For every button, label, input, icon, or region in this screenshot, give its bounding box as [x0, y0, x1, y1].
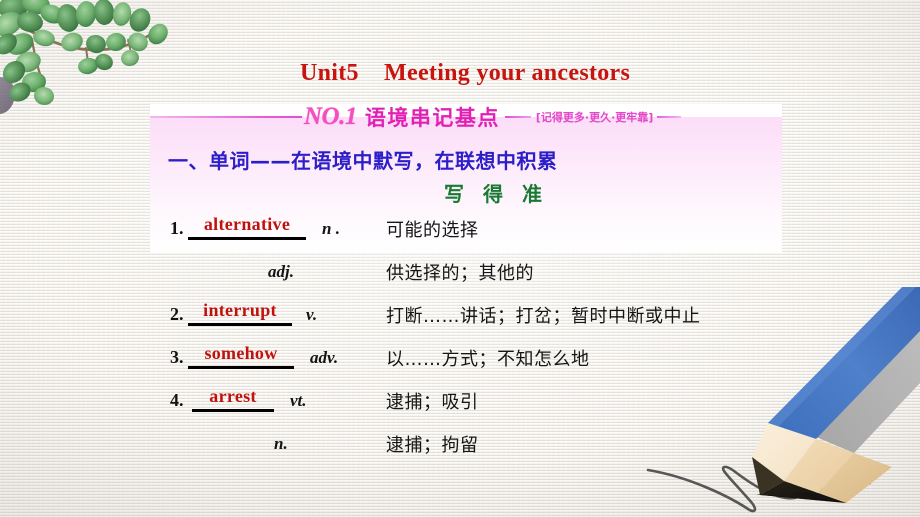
vocab-part-of-speech: adv.: [310, 348, 339, 367]
vocab-part-of-speech: n .: [322, 219, 340, 238]
page-title: Unit5 Meeting your ancestors: [300, 60, 631, 86]
header-rule-left: [150, 116, 302, 118]
vocab-number: 4.: [170, 390, 184, 410]
vocab-meaning: 以……方式；不知怎么地: [386, 349, 590, 370]
vocab-word: interrupt: [203, 300, 277, 320]
vocabulary-row: 2. interrupt v. 打断……讲话；打岔；暂时中断或中止: [170, 300, 870, 343]
vocab-blank-underline: alternative: [188, 214, 306, 240]
vocab-word: arrest: [209, 386, 257, 406]
header-rule-middle: [504, 116, 531, 118]
section-header-band: NO.1 语境串记基点 [记得更多·更久·更牢靠]: [150, 101, 782, 133]
section-heading: 一、单词——在语境中默写，在联想中积累: [168, 149, 558, 173]
section-tagline: [记得更多·更久·更牢靠]: [535, 111, 654, 124]
vocab-blank-underline: arrest: [192, 386, 274, 412]
vocab-meaning: 供选择的；其他的: [386, 263, 534, 284]
vocab-meaning: 逮捕；拘留: [386, 435, 479, 456]
vocabulary-row: adj. 供选择的；其他的: [170, 257, 870, 300]
vocabulary-row: 4. arrest vt. 逮捕；吸引: [170, 386, 870, 429]
section-band-title: 语境串记基点: [364, 106, 500, 130]
header-rule-right: [657, 116, 682, 118]
vocabulary-row: 1. alternative n . 可能的选择: [170, 214, 870, 257]
vocab-word: alternative: [203, 214, 291, 234]
vocabulary-row: 3. somehow adv. 以……方式；不知怎么地: [170, 343, 870, 386]
vocab-part-of-speech: adj.: [268, 262, 294, 281]
vocab-meaning: 可能的选择: [386, 220, 479, 241]
section-subheading: 写 得 准: [444, 182, 548, 206]
vocab-meaning: 逮捕；吸引: [386, 392, 479, 413]
vocab-part-of-speech: n.: [274, 434, 288, 453]
slide-canvas: Unit5 Meeting your ancestors NO.1 语境串记基点…: [0, 0, 920, 517]
vocabulary-list: 1. alternative n . 可能的选择 adj. 供选择的；其他的 2…: [170, 214, 870, 472]
section-number-label: NO.1: [304, 103, 357, 130]
vocab-meaning: 打断……讲话；打岔；暂时中断或中止: [386, 306, 701, 327]
vocab-blank-underline: interrupt: [188, 300, 292, 326]
vocab-number: 3.: [170, 347, 184, 367]
vocab-part-of-speech: v.: [306, 305, 318, 324]
vocab-part-of-speech: vt.: [290, 391, 307, 410]
vocab-number: 2.: [170, 304, 184, 324]
vocabulary-row: n. 逮捕；拘留: [170, 429, 870, 472]
vocab-blank-underline: somehow: [188, 343, 294, 369]
vocab-word: somehow: [204, 343, 278, 363]
vocab-number: 1.: [170, 218, 184, 238]
